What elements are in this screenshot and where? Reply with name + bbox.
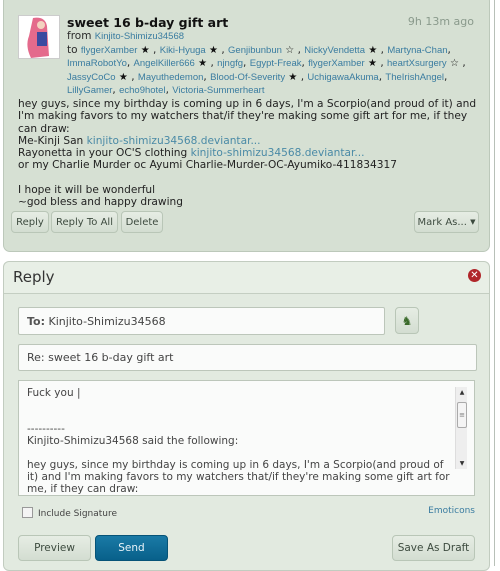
- star-filled-icon: ★: [140, 44, 150, 56]
- star-outline-icon: ☆: [450, 58, 459, 69]
- include-signature-label[interactable]: Include Signature: [38, 509, 117, 519]
- recipient-link[interactable]: JassyCoCo: [67, 72, 116, 83]
- close-icon[interactable]: ✕: [468, 269, 481, 282]
- recipient-link[interactable]: AngelKiller666: [134, 58, 195, 69]
- message-textarea[interactable]: Fuck you | ---------- Kinjito-Shimizu345…: [18, 380, 475, 496]
- recipient-link[interactable]: Egypt-Freak: [250, 58, 302, 69]
- to-label: to: [67, 43, 78, 56]
- body-line: I hope it will be wonderful: [18, 184, 156, 197]
- star-filled-icon: ★: [209, 44, 218, 56]
- reply-title: Reply: [13, 268, 55, 286]
- body-line: Rayonetta in your OC'S clothing: [18, 147, 191, 160]
- star-filled-icon: ★: [368, 44, 378, 56]
- from-label: from: [67, 30, 92, 42]
- recipient-link[interactable]: NickyVendetta: [304, 45, 365, 56]
- include-signature-checkbox[interactable]: [22, 507, 33, 518]
- recipient-link[interactable]: echo9hotel: [119, 85, 165, 96]
- mark-as-label: Mark As...: [417, 216, 467, 228]
- recipient-list: to flygerXamber ★ , Kiki-Hyuga ★ , Genji…: [67, 43, 466, 97]
- reply-to-all-button[interactable]: Reply To All: [51, 211, 118, 233]
- recipient-link[interactable]: flygerXamber: [308, 58, 365, 69]
- recipient-link[interactable]: Genjibunbun: [228, 45, 282, 56]
- body-link[interactable]: kinjito-shimizu34568.deviantar...: [87, 135, 261, 147]
- body-line: or my Charlie Murder oc Ayumi Charlie-Mu…: [18, 159, 397, 172]
- message-time: 9h 13m ago: [407, 15, 474, 28]
- textarea-content: Fuck you | ---------- Kinjito-Shimizu345…: [27, 387, 450, 495]
- recipient-link[interactable]: Martyna-Chan: [387, 45, 447, 56]
- recipient-link[interactable]: TheIrishAngel: [385, 72, 444, 83]
- recipient-link[interactable]: heartXsurgery: [387, 58, 447, 69]
- chevron-down-icon: ▼: [470, 218, 476, 226]
- avatar[interactable]: [18, 15, 60, 59]
- to-field[interactable]: To: Kinjito-Shimizu34568: [18, 307, 385, 335]
- delete-button[interactable]: Delete: [121, 211, 163, 233]
- mark-as-dropdown[interactable]: Mark As... ▼: [414, 211, 479, 233]
- body-intro: hey guys, since my birthday is coming up…: [18, 98, 480, 135]
- recipient-link[interactable]: Blood-Of-Severity: [210, 72, 285, 83]
- star-filled-icon: ★: [118, 71, 128, 83]
- star-outline-icon: ☆: [285, 44, 295, 56]
- body-link[interactable]: kinjito-shimizu34568.deviantar...: [191, 147, 365, 159]
- to-value: Kinjito-Shimizu34568: [48, 314, 166, 328]
- message-header: from Kinjito-Shimizu34568 to flygerXambe…: [67, 30, 477, 98]
- body-line: Me-Kinji San: [18, 134, 87, 147]
- subject-field[interactable]: Re: sweet 16 b-day gift art: [18, 344, 477, 371]
- message-body: hey guys, since my birthday is coming up…: [18, 98, 483, 209]
- send-button[interactable]: Send: [95, 535, 168, 561]
- sender-link[interactable]: Kinjito-Shimizu34568: [95, 31, 184, 42]
- emoticons-link[interactable]: Emoticons: [428, 506, 475, 516]
- recipient-link[interactable]: flygerXamber: [81, 45, 138, 56]
- recipient-link[interactable]: LillyGamer: [67, 85, 112, 96]
- reply-button[interactable]: Reply: [11, 211, 49, 233]
- contacts-icon: ♞: [401, 313, 413, 328]
- star-filled-icon: ★: [368, 58, 377, 69]
- contacts-button[interactable]: ♞: [395, 307, 419, 334]
- recipient-link[interactable]: UchigawaAkuma: [307, 72, 378, 83]
- recipient-link[interactable]: ImmaRobotYo: [67, 58, 127, 69]
- preview-button[interactable]: Preview: [18, 535, 91, 561]
- recipient-link[interactable]: Kiki-Hyuga: [160, 45, 206, 56]
- scroll-down-icon[interactable]: ▼: [456, 460, 468, 467]
- reply-header: Reply ✕: [4, 262, 489, 294]
- save-as-draft-button[interactable]: Save As Draft: [392, 535, 475, 561]
- page-edge: [494, 0, 495, 566]
- star-filled-icon: ★: [198, 58, 208, 69]
- scroll-thumb[interactable]: ≡: [457, 402, 467, 428]
- scrollbar[interactable]: ▲ ≡ ▼: [455, 387, 467, 469]
- body-line: ~god bless and happy drawing: [18, 196, 183, 209]
- to-label: To:: [27, 314, 45, 328]
- recipient-link[interactable]: Mayuthedemon: [138, 72, 203, 83]
- recipient-link[interactable]: njngfg: [217, 58, 243, 69]
- message-title: sweet 16 b-day gift art: [67, 15, 229, 30]
- scroll-up-icon[interactable]: ▲: [456, 389, 468, 396]
- star-filled-icon: ★: [288, 71, 298, 83]
- recipient-link[interactable]: Victoria-Summerheart: [172, 85, 264, 96]
